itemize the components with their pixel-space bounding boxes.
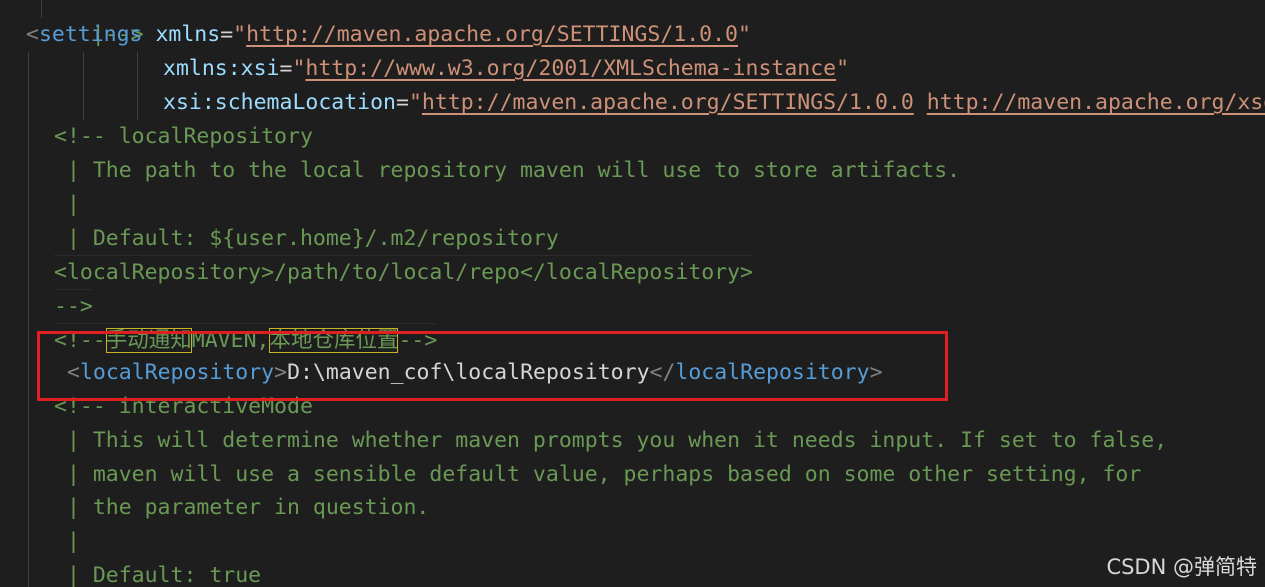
tag-name: settings — [38, 22, 143, 47]
comment-text-highlight: 手动通知 — [105, 328, 192, 353]
code-line: xmlns:xsi="http://www.w3.org/2001/XMLSch… — [163, 52, 849, 86]
attribute-value-link[interactable]: http://maven.apache.org/SETTINGS/1.0.0 — [422, 90, 914, 115]
comment-line: | — [54, 192, 80, 217]
comment-line: | maven will use a sensible default valu… — [54, 462, 1142, 487]
comment-line: <localRepository>/path/to/local/repo</lo… — [54, 255, 753, 290]
attribute-name: xmlns — [155, 22, 221, 47]
code-line: <localRepository>D:\maven_cof\localRepos… — [67, 356, 883, 390]
tag-bracket: > — [274, 360, 288, 385]
comment-line: <!-- localRepository — [54, 124, 313, 149]
comment-end: --> — [398, 328, 438, 353]
comment-start: <!-- — [54, 328, 106, 353]
comment-line: --> — [54, 289, 93, 324]
tag-bracket: < — [26, 22, 39, 47]
attribute-name: xmlns:xsi — [163, 56, 280, 81]
equals-sign: = — [220, 22, 234, 47]
tag-bracket: </ — [649, 360, 676, 385]
comment-line: | Default: true — [54, 563, 262, 587]
quote: " — [408, 90, 422, 115]
code-line: <settings xmlns="http://maven.apache.org… — [26, 18, 751, 52]
attribute-name: xsi:schemaLocation — [163, 90, 396, 115]
comment-line: | — [54, 529, 80, 554]
attribute-value-link[interactable]: http://maven.apache.org/SETTINGS/1.0.0 — [246, 22, 738, 47]
equals-sign: = — [279, 56, 293, 81]
comment-line: | the parameter in question. — [54, 495, 430, 520]
indent-guide — [28, 52, 29, 587]
code-editor[interactable]: |--> <settings xmlns="http://maven.apach… — [0, 0, 1265, 587]
quote: " — [836, 56, 850, 81]
indent-guide — [137, 52, 138, 120]
tag-bracket: < — [67, 360, 80, 385]
element-text: D:\maven_cof\localRepository — [287, 360, 650, 385]
watermark: CSDN @弹简特 — [1106, 555, 1257, 579]
comment-text-highlight: 本地仓库位置 — [269, 328, 399, 353]
comment-line: | This will determine whether maven prom… — [54, 428, 1168, 453]
comment-line: <!--手动通知MAVEN,本地仓库位置--> — [54, 323, 438, 358]
quote: " — [738, 22, 751, 47]
code-line: |--> — [40, 0, 144, 47]
quote: " — [233, 22, 247, 47]
quote: " — [292, 56, 306, 81]
comment-line: | Default: ${user.home}/.m2/repository — [54, 226, 559, 251]
comment-text: MAVEN, — [191, 328, 270, 353]
code-line: xsi:schemaLocation="http://maven.apache.… — [163, 86, 1265, 120]
tag-bracket: > — [869, 360, 883, 385]
equals-sign: = — [396, 90, 409, 115]
tag-name: localRepository — [79, 360, 275, 385]
tag-name: localRepository — [675, 360, 870, 385]
attribute-value-link[interactable]: http://www.w3.org/2001/XMLSchema-instanc… — [305, 56, 836, 81]
indent-guide — [83, 52, 84, 120]
comment-line: | The path to the local repository maven… — [54, 158, 961, 183]
attribute-value-link[interactable]: http://maven.apache.org/xsd/settings-1.0… — [927, 90, 1265, 115]
comment-line: <!-- interactiveMode — [54, 394, 313, 419]
